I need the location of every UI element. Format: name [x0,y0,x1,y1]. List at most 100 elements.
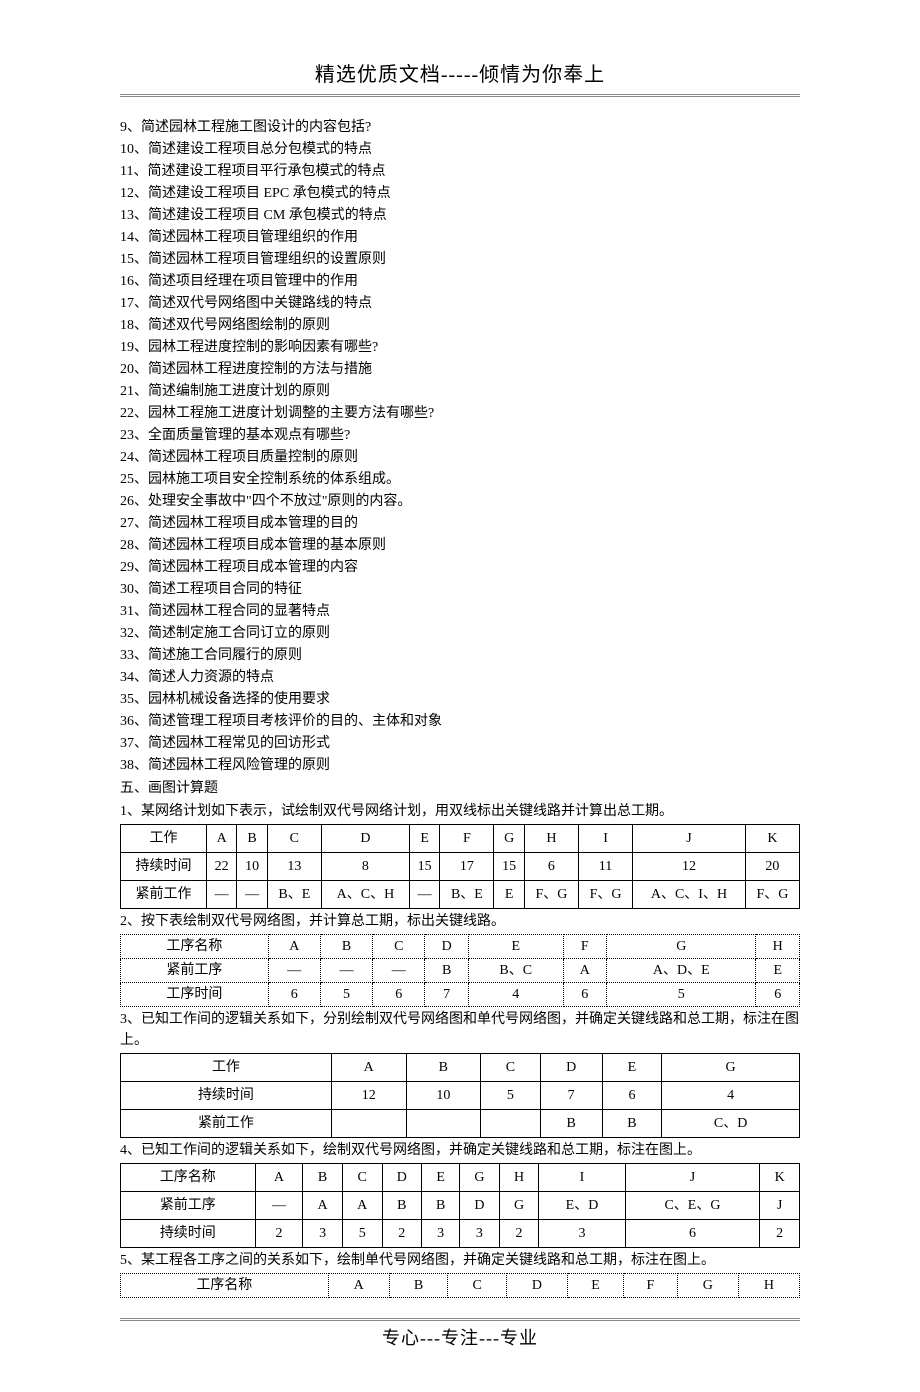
table-row: 工作ABCDEG [121,1054,800,1082]
table-cell: D [321,825,409,853]
table-cell: 20 [745,853,799,881]
table-cell: C [373,935,425,959]
question-item: 25、园林施工项目安全控制系统的体系组成。 [120,469,800,490]
table-cell: 3 [422,1220,460,1248]
table-cell: I [539,1164,625,1192]
table-cell: A [331,1054,406,1082]
table-cell: F、G [578,881,632,909]
table-cell: K [745,825,799,853]
table-cell: 17 [440,853,494,881]
table-cell [331,1110,406,1138]
table-cell: 13 [267,853,321,881]
question-item: 33、简述施工合同履行的原则 [120,645,800,666]
table-cell: 工作 [121,825,207,853]
table-cell: B、E [267,881,321,909]
table-cell: C、E、G [625,1192,760,1220]
table-cell: F、G [745,881,799,909]
table-cell: 3 [303,1220,343,1248]
table-cell: 5 [481,1082,541,1110]
table-cell: B [237,825,267,853]
page-footer: 专心---专注---专业 [120,1325,800,1352]
question-item: 15、简述园林工程项目管理组织的设置原则 [120,249,800,270]
table-cell: B [303,1164,343,1192]
question-item: 37、简述园林工程常见的回访形式 [120,733,800,754]
table-cell [406,1110,481,1138]
table-cell: J [625,1164,760,1192]
table-row: 紧前工作——B、EA、C、H—B、EEF、GF、GA、C、I、HF、G [121,881,800,909]
question-item: 28、简述园林工程项目成本管理的基本原则 [120,535,800,556]
table-cell: A [563,959,606,983]
table-row: 持续时间12105764 [121,1082,800,1110]
table-cell: A、C、H [321,881,409,909]
table-cell: 工序名称 [121,935,269,959]
table-cell: H [756,935,800,959]
table-cell: 6 [524,853,578,881]
table-cell: 2 [499,1220,539,1248]
question-item: 22、园林工程施工进度计划调整的主要方法有哪些? [120,403,800,424]
footer-divider [120,1318,800,1321]
table-cell: 11 [578,853,632,881]
table-cell: — [255,1192,303,1220]
table-cell: H [499,1164,539,1192]
question-item: 11、简述建设工程项目平行承包模式的特点 [120,161,800,182]
table-cell: D [540,1054,602,1082]
table-cell: 紧前工序 [121,959,269,983]
table-cell: D [425,935,468,959]
table-row: 工序名称ABCDEFGH [121,935,800,959]
problem-2-table: 工序名称ABCDEFGH紧前工序———BB、CAA、D、EE工序时间656746… [120,934,800,1007]
problem-2-text: 2、按下表绘制双代号网络图，并计算总工期，标出关键线路。 [120,911,800,932]
question-item: 38、简述园林工程风险管理的原则 [120,755,800,776]
table-cell: 4 [662,1082,800,1110]
table-cell: A [206,825,236,853]
table-cell: J [633,825,746,853]
table-cell: A、D、E [607,959,756,983]
table-cell: 8 [321,853,409,881]
table-cell: 持续时间 [121,1082,332,1110]
question-item: 17、简述双代号网络图中关键路线的特点 [120,293,800,314]
table-cell: B、E [440,881,494,909]
table-cell: G [494,825,524,853]
table-cell: 12 [331,1082,406,1110]
table-row: 持续时间22101381517156111220 [121,853,800,881]
question-item: 10、简述建设工程项目总分包模式的特点 [120,139,800,160]
table-cell: 2 [760,1220,800,1248]
table-cell: E [494,881,524,909]
table-cell: F [624,1274,678,1298]
table-cell: E [409,825,439,853]
table-cell: — [373,959,425,983]
table-cell: A [255,1164,303,1192]
table-cell: 5 [320,983,372,1007]
table-cell: H [738,1274,799,1298]
problem-1-text: 1、某网络计划如下表示，试绘制双代号网络计划，用双线标出关键线路并计算出总工期。 [120,801,800,822]
table-cell: 3 [539,1220,625,1248]
question-item: 12、简述建设工程项目 EPC 承包模式的特点 [120,183,800,204]
table-cell: B、C [468,959,563,983]
table-cell: B [382,1192,422,1220]
table-cell: C [481,1054,541,1082]
table-cell: 持续时间 [121,1220,256,1248]
table-cell: 紧前工作 [121,1110,332,1138]
table-cell: 6 [756,983,800,1007]
question-item: 35、园林机械设备选择的使用要求 [120,689,800,710]
table-cell: B [425,959,468,983]
table-cell: 紧前工序 [121,1192,256,1220]
problem-4-table: 工序名称ABCDEGHIJK紧前工序—AABBDGE、DC、E、GJ持续时间23… [120,1163,800,1248]
table-cell: — [409,881,439,909]
question-item: 29、简述园林工程项目成本管理的内容 [120,557,800,578]
questions-list: 9、简述园林工程施工图设计的内容包括?10、简述建设工程项目总分包模式的特点11… [120,117,800,776]
question-item: 27、简述园林工程项目成本管理的目的 [120,513,800,534]
table-cell: 4 [468,983,563,1007]
table-cell: 10 [406,1082,481,1110]
problem-5-table: 工序名称ABCDEFGH [120,1273,800,1298]
table-cell: A、C、I、H [633,881,746,909]
question-item: 16、简述项目经理在项目管理中的作用 [120,271,800,292]
table-cell: — [237,881,267,909]
question-item: 34、简述人力资源的特点 [120,667,800,688]
table-cell: K [760,1164,800,1192]
question-item: 19、园林工程进度控制的影响因素有哪些? [120,337,800,358]
table-cell: G [499,1192,539,1220]
table-cell: F [563,935,606,959]
table-cell: 7 [540,1082,602,1110]
question-item: 31、简述园林工程合同的显著特点 [120,601,800,622]
table-cell: D [460,1192,500,1220]
